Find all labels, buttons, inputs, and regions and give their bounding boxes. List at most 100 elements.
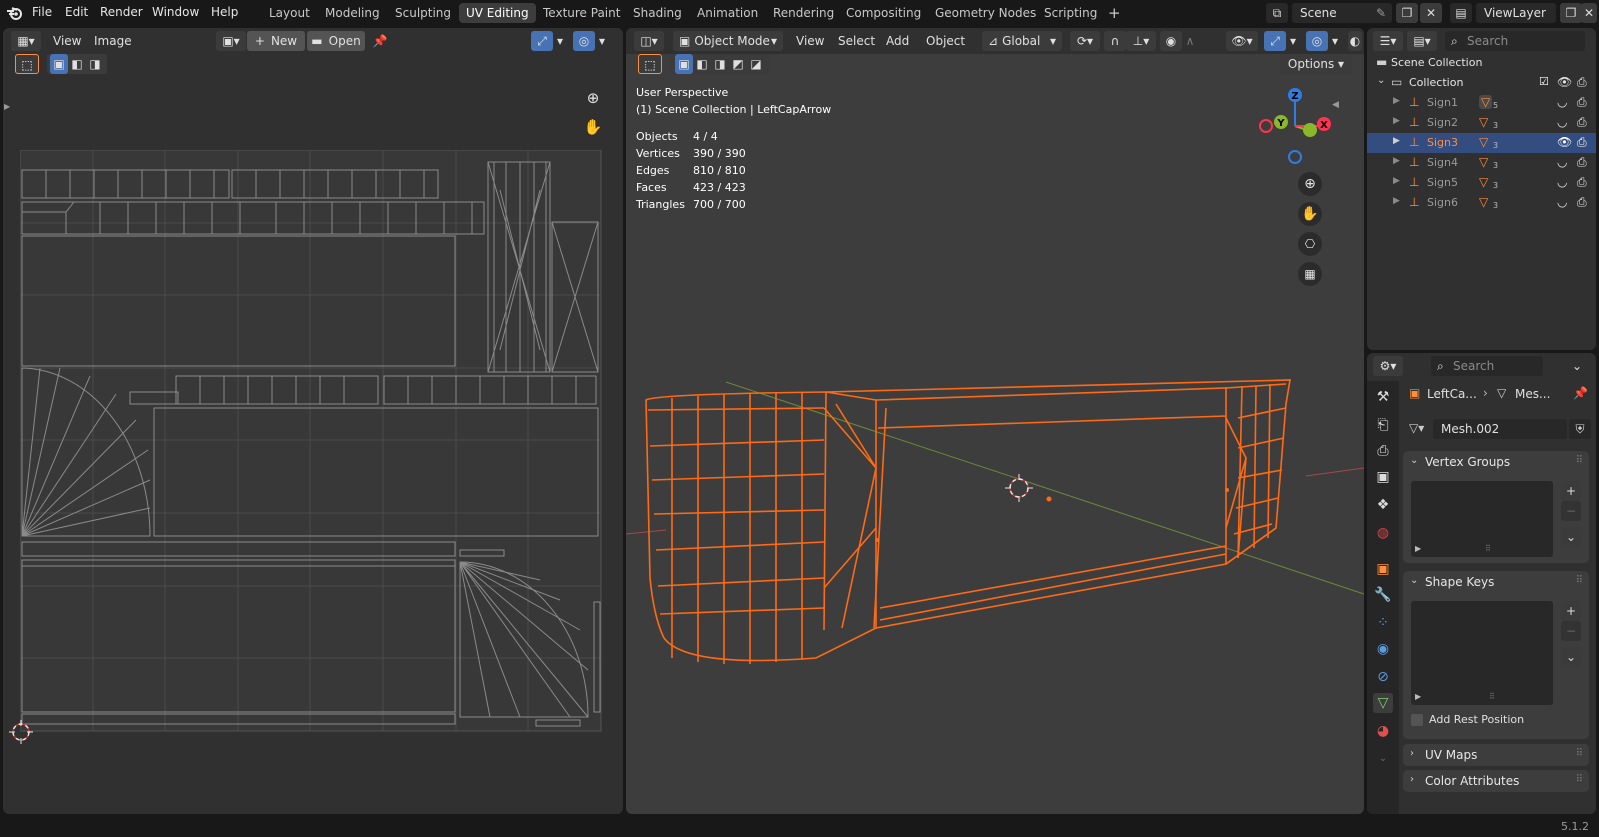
breadcrumb-mesh[interactable]: Mes... bbox=[1515, 387, 1550, 401]
pivot-point-icon[interactable]: ⟳▾ bbox=[1070, 31, 1100, 51]
fake-user-shield-icon[interactable]: ⛨ bbox=[1569, 419, 1591, 439]
pan-hand-icon[interactable]: ✋ bbox=[1298, 202, 1322, 226]
panel-title[interactable]: Vertex Groups bbox=[1425, 455, 1510, 469]
render-tab-icon[interactable]: ⎗ bbox=[1373, 415, 1393, 435]
delete-scene-icon[interactable]: ✕ bbox=[1420, 3, 1442, 23]
uv-canvas[interactable] bbox=[20, 150, 603, 733]
color-attributes-panel[interactable]: › Color Attributes ⠿ bbox=[1403, 770, 1589, 792]
object-tab-icon[interactable]: ▣ bbox=[1373, 559, 1393, 579]
select-invert-icon[interactable]: ◩ bbox=[729, 54, 747, 74]
select-mode-group[interactable]: ▣ ◧ ◨ ◩ ◪ bbox=[670, 54, 770, 74]
camera-icon[interactable]: ⎙ bbox=[1577, 155, 1587, 170]
remove-shape-key-button[interactable]: − bbox=[1561, 621, 1581, 641]
mesh-data-icon[interactable]: ▽ bbox=[1479, 135, 1488, 149]
perspective-toggle-icon[interactable]: ▦ bbox=[1298, 262, 1322, 286]
drag-handle-icon[interactable]: ⠿ bbox=[1576, 575, 1583, 586]
camera-icon[interactable]: ⎙ bbox=[1577, 75, 1587, 90]
overlay-toggle-icon[interactable]: ◎ bbox=[573, 31, 595, 51]
chevron-right-icon[interactable]: ▶ bbox=[1393, 176, 1400, 186]
particles-tab-icon[interactable]: ⁘ bbox=[1373, 613, 1393, 633]
outliner-item-sign1[interactable]: ▶ ⊥ Sign1 ▽ 5 ◡ ⎙ bbox=[1367, 93, 1596, 113]
tab-geometry-nodes[interactable]: Geometry Nodes bbox=[928, 3, 1043, 23]
select-intersect-icon[interactable]: ◪ bbox=[747, 54, 765, 74]
view-layer-tab-icon[interactable]: ▣ bbox=[1373, 467, 1393, 487]
material-tab-icon[interactable]: ◕ bbox=[1373, 721, 1393, 741]
scene-field[interactable]: Scene ✎ bbox=[1292, 3, 1392, 23]
chevron-right-icon[interactable]: ▶ bbox=[1393, 136, 1400, 146]
chevron-right-icon[interactable]: ▶ bbox=[1393, 196, 1400, 206]
tab-shading[interactable]: Shading bbox=[626, 3, 689, 23]
outliner-item-sign4[interactable]: ▶ ⊥ Sign4 ▽ 3 ◡ ⎙ bbox=[1367, 153, 1596, 173]
pin-icon[interactable]: 📌 bbox=[369, 31, 391, 51]
gizmo-dropdown-icon[interactable]: ▾ bbox=[1286, 31, 1300, 51]
physics-tab-icon[interactable]: ◉ bbox=[1373, 639, 1393, 659]
new-scene-icon[interactable]: ❐ bbox=[1396, 3, 1418, 23]
select-extend-icon[interactable]: ◧ bbox=[693, 54, 711, 74]
delete-view-layer-icon[interactable]: ✕ bbox=[1581, 3, 1597, 23]
pin-icon[interactable]: 📌 bbox=[1573, 386, 1588, 400]
tab-uv-editing[interactable]: UV Editing bbox=[459, 3, 536, 23]
outliner-item-sign6[interactable]: ▶ ⊥ Sign6 ▽ 3 ◡ ⎙ bbox=[1367, 193, 1596, 213]
overlay-dropdown-icon[interactable]: ▾ bbox=[1328, 31, 1342, 51]
select-extend-icon[interactable]: ◧ bbox=[68, 54, 86, 74]
select-subtract-icon[interactable]: ◨ bbox=[86, 54, 104, 74]
chevron-right-icon[interactable]: ▶ bbox=[1393, 116, 1400, 126]
snap-magnet-icon[interactable]: ∩ bbox=[1104, 31, 1126, 51]
camera-icon[interactable]: ⎙ bbox=[1577, 175, 1587, 190]
mesh-data-icon[interactable]: ▽ bbox=[1479, 95, 1493, 109]
proportional-edit-icon[interactable]: ◉ bbox=[1160, 31, 1182, 51]
editor-type-icon[interactable]: ⚙▾ bbox=[1373, 356, 1403, 376]
mesh-data-tab-icon[interactable]: ▽ bbox=[1373, 693, 1393, 713]
chevron-right-icon[interactable]: ▶ bbox=[1393, 96, 1400, 106]
new-image-button[interactable]: + New bbox=[247, 31, 305, 51]
camera-icon[interactable]: ⎙ bbox=[1577, 195, 1587, 210]
list-expand-icon[interactable]: ▶ bbox=[1415, 544, 1421, 553]
list-expand-icon[interactable]: ▶ bbox=[1415, 692, 1421, 701]
tab-modeling[interactable]: Modeling bbox=[318, 3, 387, 23]
falloff-icon[interactable]: ∧ bbox=[1182, 31, 1198, 51]
chevron-down-icon[interactable]: ⌄ bbox=[1410, 575, 1418, 586]
drag-handle-icon[interactable]: ⠿ bbox=[1576, 455, 1583, 466]
tab-layout[interactable]: Layout bbox=[262, 3, 317, 23]
mesh-browse-icon[interactable]: ▽▾ bbox=[1409, 421, 1424, 435]
tab-texture-paint[interactable]: Texture Paint bbox=[536, 3, 627, 23]
modifier-wrench-icon[interactable]: 🔧 bbox=[1373, 585, 1393, 605]
properties-search-input[interactable]: ⌕ Search bbox=[1431, 356, 1543, 376]
tab-scripting[interactable]: Scripting bbox=[1037, 3, 1104, 23]
viewport-menu-object[interactable]: Object bbox=[926, 34, 965, 48]
gizmo-toggle-icon[interactable]: ⤢ bbox=[1264, 31, 1286, 51]
mesh-data-icon[interactable]: ▽ bbox=[1479, 195, 1488, 209]
drag-handle-icon[interactable]: ⠿ bbox=[1576, 748, 1583, 759]
select-mode-group[interactable]: ▣ ◧ ◨ bbox=[47, 54, 107, 74]
scene-icon[interactable]: ⧉ bbox=[1266, 3, 1288, 23]
resize-handle-icon[interactable]: ⠿ bbox=[1489, 692, 1495, 701]
overlay-toggle-icon[interactable]: ◎ bbox=[1306, 31, 1328, 51]
display-mode-icon[interactable]: ▤▾ bbox=[1407, 31, 1437, 51]
eye-closed-icon[interactable]: ◡ bbox=[1557, 95, 1567, 109]
pin-icon[interactable]: ✎ bbox=[1376, 3, 1386, 23]
shading-mode-icon[interactable]: ◐ bbox=[1348, 31, 1362, 51]
zoom-icon[interactable]: ⊕ bbox=[1298, 172, 1322, 196]
viewport-menu-view[interactable]: View bbox=[796, 34, 824, 48]
remove-vertex-group-button[interactable]: − bbox=[1561, 501, 1581, 521]
add-vertex-group-button[interactable]: + bbox=[1561, 481, 1581, 501]
uv-maps-panel[interactable]: › UV Maps ⠿ bbox=[1403, 744, 1589, 766]
eye-closed-icon[interactable]: ◡ bbox=[1557, 155, 1567, 169]
mesh-data-icon[interactable]: ▽ bbox=[1479, 155, 1488, 169]
select-subtract-icon[interactable]: ◨ bbox=[711, 54, 729, 74]
vertex-group-list[interactable]: ▶ ⠿ bbox=[1411, 481, 1553, 557]
camera-view-icon[interactable]: ⎔ bbox=[1298, 232, 1322, 256]
breadcrumb-object[interactable]: LeftCa... bbox=[1427, 387, 1477, 401]
shape-key-list[interactable]: ▶ ⠿ bbox=[1411, 601, 1553, 705]
outliner-item-sign5[interactable]: ▶ ⊥ Sign5 ▽ 3 ◡ ⎙ bbox=[1367, 173, 1596, 193]
menu-file[interactable]: File bbox=[32, 5, 52, 19]
eye-icon[interactable]: 👁 bbox=[1557, 75, 1572, 89]
shape-key-specials-icon[interactable]: ⌄ bbox=[1561, 647, 1581, 667]
open-image-button[interactable]: ▬ Open bbox=[307, 31, 365, 51]
eye-closed-icon[interactable]: ◡ bbox=[1557, 175, 1567, 189]
collection-row[interactable]: ⌄ ▭ Collection ☑ 👁 ⎙ bbox=[1367, 73, 1596, 93]
scene-collection-row[interactable]: ▬ Scene Collection bbox=[1367, 53, 1596, 73]
view-layer-icon[interactable]: ▤ bbox=[1450, 3, 1472, 23]
checkbox-icon[interactable]: ☑ bbox=[1539, 75, 1549, 88]
chevron-down-icon[interactable]: ⌄ bbox=[1377, 75, 1385, 86]
